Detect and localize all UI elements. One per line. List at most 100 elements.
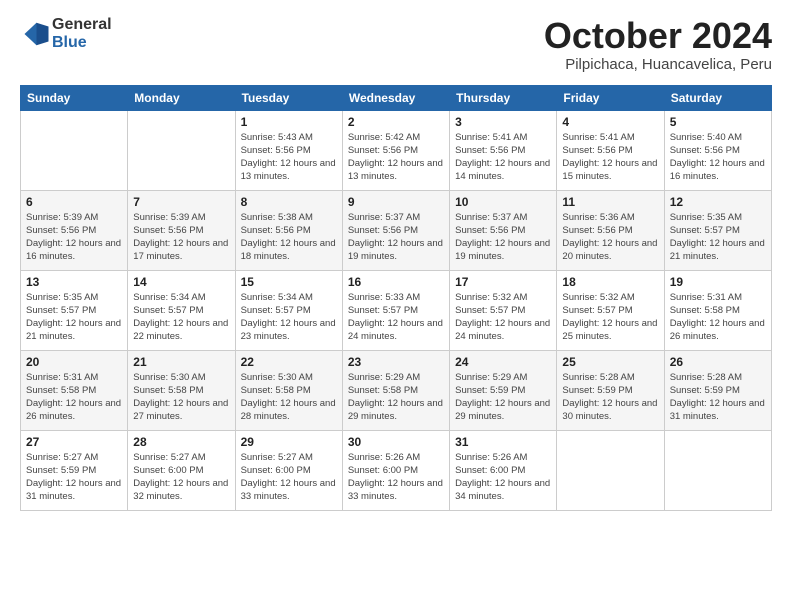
calendar-cell: 26 Sunrise: 5:28 AM Sunset: 5:59 PM Dayli… xyxy=(664,350,771,430)
day-number: 25 xyxy=(562,355,658,369)
day-number: 24 xyxy=(455,355,551,369)
calendar-cell: 25 Sunrise: 5:28 AM Sunset: 5:59 PM Dayli… xyxy=(557,350,664,430)
calendar-cell: 4Sunrise: 5:41 AM Sunset: 5:56 PM Daylig… xyxy=(557,110,664,190)
day-number: 26 xyxy=(670,355,766,369)
day-number: 30 xyxy=(348,435,444,449)
weekday-header-monday: Monday xyxy=(128,85,235,110)
day-number: 2 xyxy=(348,115,444,129)
calendar-cell: 7 Sunrise: 5:39 AM Sunset: 5:56 PM Daylig… xyxy=(128,190,235,270)
calendar-cell xyxy=(664,430,771,510)
logo-icon xyxy=(20,19,50,49)
day-info: Sunrise: 5:33 AM Sunset: 5:57 PM Dayligh… xyxy=(348,291,444,344)
day-info: Sunrise: 5:37 AM Sunset: 5:56 PM Dayligh… xyxy=(348,211,444,264)
day-number: 13 xyxy=(26,275,122,289)
day-info: Sunrise: 5:41 AM Sunset: 5:56 PM Dayligh… xyxy=(455,131,551,184)
day-number: 14 xyxy=(133,275,229,289)
calendar-body: 1Sunrise: 5:43 AM Sunset: 5:56 PM Daylig… xyxy=(21,110,772,510)
calendar-cell: 21 Sunrise: 5:30 AM Sunset: 5:58 PM Dayli… xyxy=(128,350,235,430)
day-info: Sunrise: 5:31 AM Sunset: 5:58 PM Dayligh… xyxy=(670,291,766,344)
day-number: 29 xyxy=(241,435,337,449)
calendar-cell: 11 Sunrise: 5:36 AM Sunset: 5:56 PM Dayli… xyxy=(557,190,664,270)
calendar-cell: 31 Sunrise: 5:26 AM Sunset: 6:00 PM Dayli… xyxy=(450,430,557,510)
calendar-cell: 12Sunrise: 5:35 AM Sunset: 5:57 PM Dayli… xyxy=(664,190,771,270)
day-number: 27 xyxy=(26,435,122,449)
calendar-cell xyxy=(128,110,235,190)
day-number: 31 xyxy=(455,435,551,449)
day-number: 19 xyxy=(670,275,766,289)
weekday-header-row: SundayMondayTuesdayWednesdayThursdayFrid… xyxy=(21,85,772,110)
calendar-cell: 1Sunrise: 5:43 AM Sunset: 5:56 PM Daylig… xyxy=(235,110,342,190)
day-number: 11 xyxy=(562,195,658,209)
calendar-cell: 10 Sunrise: 5:37 AM Sunset: 5:56 PM Dayli… xyxy=(450,190,557,270)
week-row-1: 1Sunrise: 5:43 AM Sunset: 5:56 PM Daylig… xyxy=(21,110,772,190)
logo-text: General Blue xyxy=(52,16,112,51)
day-info: Sunrise: 5:26 AM Sunset: 6:00 PM Dayligh… xyxy=(348,451,444,504)
day-info: Sunrise: 5:28 AM Sunset: 5:59 PM Dayligh… xyxy=(670,371,766,424)
logo-general-text: General xyxy=(52,16,112,34)
calendar-cell: 16 Sunrise: 5:33 AM Sunset: 5:57 PM Dayli… xyxy=(342,270,449,350)
weekday-header-thursday: Thursday xyxy=(450,85,557,110)
day-info: Sunrise: 5:26 AM Sunset: 6:00 PM Dayligh… xyxy=(455,451,551,504)
day-info: Sunrise: 5:39 AM Sunset: 5:56 PM Dayligh… xyxy=(26,211,122,264)
day-info: Sunrise: 5:30 AM Sunset: 5:58 PM Dayligh… xyxy=(133,371,229,424)
calendar-cell: 28 Sunrise: 5:27 AM Sunset: 6:00 PM Dayli… xyxy=(128,430,235,510)
week-row-4: 20 Sunrise: 5:31 AM Sunset: 5:58 PM Dayli… xyxy=(21,350,772,430)
day-number: 20 xyxy=(26,355,122,369)
day-info: Sunrise: 5:29 AM Sunset: 5:59 PM Dayligh… xyxy=(455,371,551,424)
week-row-5: 27Sunrise: 5:27 AM Sunset: 5:59 PM Dayli… xyxy=(21,430,772,510)
day-number: 22 xyxy=(241,355,337,369)
calendar-cell: 30 Sunrise: 5:26 AM Sunset: 6:00 PM Dayli… xyxy=(342,430,449,510)
header: General Blue October 2024 Pilpichaca, Hu… xyxy=(20,16,772,73)
calendar-cell: 20 Sunrise: 5:31 AM Sunset: 5:58 PM Dayli… xyxy=(21,350,128,430)
calendar-cell: 17Sunrise: 5:32 AM Sunset: 5:57 PM Dayli… xyxy=(450,270,557,350)
calendar-cell: 23 Sunrise: 5:29 AM Sunset: 5:58 PM Dayli… xyxy=(342,350,449,430)
week-row-3: 13Sunrise: 5:35 AM Sunset: 5:57 PM Dayli… xyxy=(21,270,772,350)
day-number: 16 xyxy=(348,275,444,289)
calendar-cell: 19 Sunrise: 5:31 AM Sunset: 5:58 PM Dayli… xyxy=(664,270,771,350)
calendar-cell: 27Sunrise: 5:27 AM Sunset: 5:59 PM Dayli… xyxy=(21,430,128,510)
logo-blue-text: Blue xyxy=(52,34,112,52)
day-info: Sunrise: 5:39 AM Sunset: 5:56 PM Dayligh… xyxy=(133,211,229,264)
day-number: 3 xyxy=(455,115,551,129)
day-number: 5 xyxy=(670,115,766,129)
day-number: 21 xyxy=(133,355,229,369)
calendar-cell: 8Sunrise: 5:38 AM Sunset: 5:56 PM Daylig… xyxy=(235,190,342,270)
day-info: Sunrise: 5:29 AM Sunset: 5:58 PM Dayligh… xyxy=(348,371,444,424)
calendar-cell: 2Sunrise: 5:42 AM Sunset: 5:56 PM Daylig… xyxy=(342,110,449,190)
weekday-header-tuesday: Tuesday xyxy=(235,85,342,110)
day-info: Sunrise: 5:37 AM Sunset: 5:56 PM Dayligh… xyxy=(455,211,551,264)
month-title: October 2024 xyxy=(544,16,772,56)
day-number: 23 xyxy=(348,355,444,369)
day-info: Sunrise: 5:30 AM Sunset: 5:58 PM Dayligh… xyxy=(241,371,337,424)
day-info: Sunrise: 5:28 AM Sunset: 5:59 PM Dayligh… xyxy=(562,371,658,424)
calendar-cell xyxy=(557,430,664,510)
location: Pilpichaca, Huancavelica, Peru xyxy=(544,56,772,73)
day-info: Sunrise: 5:27 AM Sunset: 6:00 PM Dayligh… xyxy=(133,451,229,504)
page: General Blue October 2024 Pilpichaca, Hu… xyxy=(0,0,792,521)
logo: General Blue xyxy=(20,16,112,51)
calendar-cell: 13Sunrise: 5:35 AM Sunset: 5:57 PM Dayli… xyxy=(21,270,128,350)
day-number: 6 xyxy=(26,195,122,209)
calendar-cell: 22 Sunrise: 5:30 AM Sunset: 5:58 PM Dayli… xyxy=(235,350,342,430)
calendar-cell: 29 Sunrise: 5:27 AM Sunset: 6:00 PM Dayli… xyxy=(235,430,342,510)
calendar-cell: 3 Sunrise: 5:41 AM Sunset: 5:56 PM Daylig… xyxy=(450,110,557,190)
day-info: Sunrise: 5:40 AM Sunset: 5:56 PM Dayligh… xyxy=(670,131,766,184)
day-info: Sunrise: 5:31 AM Sunset: 5:58 PM Dayligh… xyxy=(26,371,122,424)
day-number: 10 xyxy=(455,195,551,209)
day-info: Sunrise: 5:34 AM Sunset: 5:57 PM Dayligh… xyxy=(133,291,229,344)
day-number: 4 xyxy=(562,115,658,129)
calendar-cell: 5 Sunrise: 5:40 AM Sunset: 5:56 PM Daylig… xyxy=(664,110,771,190)
calendar-cell: 24 Sunrise: 5:29 AM Sunset: 5:59 PM Dayli… xyxy=(450,350,557,430)
calendar-cell: 6 Sunrise: 5:39 AM Sunset: 5:56 PM Daylig… xyxy=(21,190,128,270)
weekday-header-sunday: Sunday xyxy=(21,85,128,110)
day-info: Sunrise: 5:36 AM Sunset: 5:56 PM Dayligh… xyxy=(562,211,658,264)
day-number: 7 xyxy=(133,195,229,209)
weekday-header-saturday: Saturday xyxy=(664,85,771,110)
calendar-cell: 9Sunrise: 5:37 AM Sunset: 5:56 PM Daylig… xyxy=(342,190,449,270)
weekday-header-wednesday: Wednesday xyxy=(342,85,449,110)
day-number: 15 xyxy=(241,275,337,289)
day-number: 28 xyxy=(133,435,229,449)
day-info: Sunrise: 5:34 AM Sunset: 5:57 PM Dayligh… xyxy=(241,291,337,344)
day-info: Sunrise: 5:27 AM Sunset: 6:00 PM Dayligh… xyxy=(241,451,337,504)
day-info: Sunrise: 5:43 AM Sunset: 5:56 PM Dayligh… xyxy=(241,131,337,184)
